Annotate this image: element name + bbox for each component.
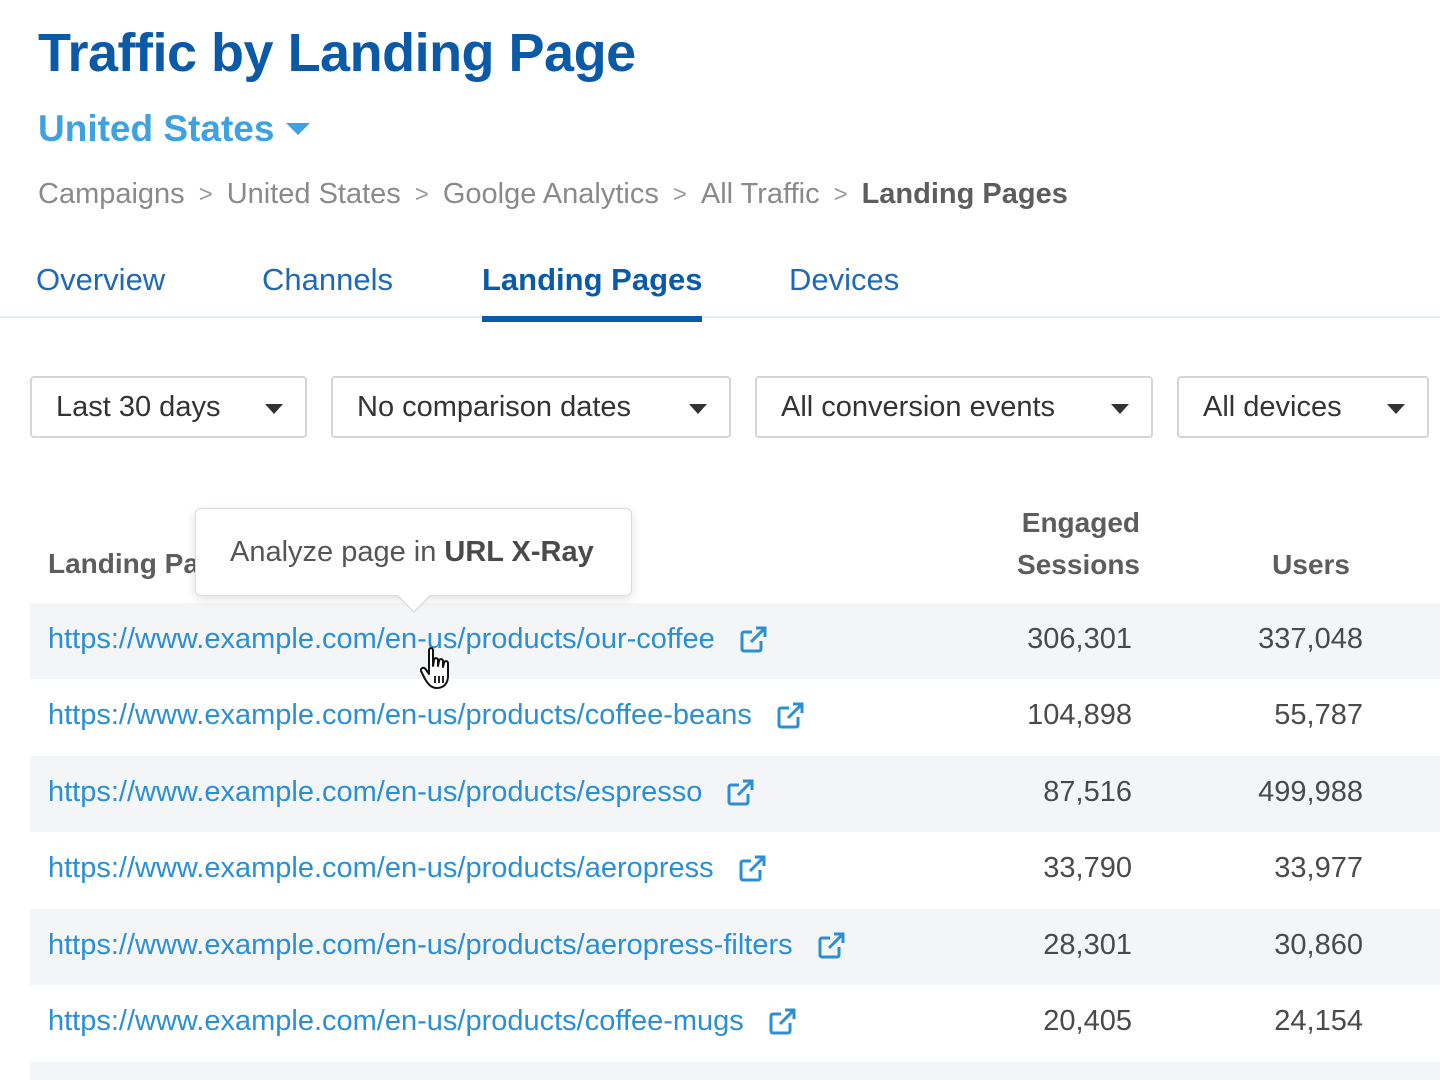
engaged-sessions-value: 306,301 xyxy=(1027,623,1132,655)
breadcrumb-item-analytics[interactable]: Goolge Analytics xyxy=(443,178,659,211)
tooltip-text: Analyze page in xyxy=(230,535,437,568)
table-row: https://www.example.com/en-us/products/c… xyxy=(30,679,1440,755)
users-value: 55,787 xyxy=(1274,699,1363,731)
engaged-sessions-value: 104,898 xyxy=(1027,699,1132,731)
tooltip-arrow xyxy=(396,594,432,613)
breadcrumb-item-campaigns[interactable]: Campaigns xyxy=(38,178,185,211)
date-range-dropdown[interactable]: Last 30 days xyxy=(30,376,307,438)
caret-down-icon xyxy=(689,404,707,414)
table-row: https://www.example.com/en-us/products/a… xyxy=(30,909,1440,985)
users-value: 24,154 xyxy=(1274,1005,1363,1037)
caret-down-icon xyxy=(1111,404,1129,414)
caret-down-icon xyxy=(1387,404,1405,414)
breadcrumb-separator: > xyxy=(833,180,848,208)
page-title: Traffic by Landing Page xyxy=(38,23,636,83)
external-link-icon[interactable] xyxy=(724,777,756,809)
breadcrumb-separator: > xyxy=(672,180,687,208)
landing-page-url: https://www.example.com/en-us/products/e… xyxy=(48,776,703,808)
breadcrumb-item-country[interactable]: United States xyxy=(227,178,401,211)
engaged-sessions-value: 33,790 xyxy=(1043,852,1132,884)
devices-value: All devices xyxy=(1203,390,1342,423)
comparison-dropdown[interactable]: No comparison dates xyxy=(331,376,731,438)
country-selector[interactable]: United States xyxy=(38,108,311,150)
landing-page-url: https://www.example.com/en-us/products/a… xyxy=(48,929,793,961)
engaged-sessions-value: 28,301 xyxy=(1043,929,1132,961)
table-row: https://www.example.com/en-us/products/e… xyxy=(30,756,1440,832)
landing-page-url: https://www.example.com/en-us/products/c… xyxy=(48,1005,744,1037)
tab-overview[interactable]: Overview xyxy=(36,262,165,298)
landing-page-link[interactable]: https://www.example.com/en-us/products/c… xyxy=(48,1005,798,1038)
external-link-icon[interactable] xyxy=(766,1006,798,1038)
landing-page-link[interactable]: https://www.example.com/en-us/products/a… xyxy=(48,929,847,962)
table-row xyxy=(30,1062,1440,1080)
landing-page-url: https://www.example.com/en-us/products/a… xyxy=(48,852,714,884)
tab-bar: Overview Channels Landing Pages Devices xyxy=(0,252,1440,322)
external-link-icon[interactable] xyxy=(737,624,769,656)
country-label: United States xyxy=(38,108,275,149)
external-link-icon[interactable] xyxy=(815,930,847,962)
users-value: 499,988 xyxy=(1258,776,1363,808)
column-header-engaged-line1: Engaged xyxy=(1021,507,1140,538)
landing-page-url: https://www.example.com/en-us/products/o… xyxy=(48,623,715,655)
breadcrumb-item-current: Landing Pages xyxy=(861,178,1068,210)
url-xray-tooltip: Analyze page in URL X-Ray xyxy=(195,508,632,613)
conversion-events-dropdown[interactable]: All conversion events xyxy=(755,376,1153,438)
tab-landing-pages[interactable]: Landing Pages xyxy=(482,262,703,322)
external-link-icon[interactable] xyxy=(736,853,768,885)
landing-page-link[interactable]: https://www.example.com/en-us/products/a… xyxy=(48,852,768,885)
date-range-value: Last 30 days xyxy=(56,390,221,423)
landing-page-link[interactable]: https://www.example.com/en-us/products/o… xyxy=(48,623,769,656)
table-row: https://www.example.com/en-us/products/o… xyxy=(30,603,1440,679)
tab-devices[interactable]: Devices xyxy=(789,262,899,298)
landing-page-url: https://www.example.com/en-us/products/c… xyxy=(48,699,752,731)
table-row: https://www.example.com/en-us/products/c… xyxy=(30,985,1440,1061)
users-value: 33,977 xyxy=(1274,852,1363,884)
breadcrumb-item-all-traffic[interactable]: All Traffic xyxy=(701,178,820,211)
tooltip-strong-text: URL X-Ray xyxy=(444,535,594,568)
column-header-engaged-line2: Sessions xyxy=(1017,549,1140,580)
engaged-sessions-value: 20,405 xyxy=(1043,1005,1132,1037)
breadcrumb: Campaigns > United States > Goolge Analy… xyxy=(38,178,1068,211)
breadcrumb-separator: > xyxy=(414,180,429,208)
hand-pointer-cursor-icon xyxy=(420,647,449,689)
table-row: https://www.example.com/en-us/products/a… xyxy=(30,832,1440,908)
caret-down-icon xyxy=(286,123,311,135)
column-header-users[interactable]: Users xyxy=(1200,544,1350,586)
caret-down-icon xyxy=(265,404,283,414)
landing-page-link[interactable]: https://www.example.com/en-us/products/c… xyxy=(48,699,806,732)
external-link-icon[interactable] xyxy=(774,700,806,732)
users-value: 337,048 xyxy=(1258,623,1363,655)
breadcrumb-separator: > xyxy=(198,180,213,208)
devices-dropdown[interactable]: All devices xyxy=(1177,376,1429,438)
conversion-events-value: All conversion events xyxy=(781,390,1056,423)
column-header-engaged-sessions[interactable]: Engaged Sessions xyxy=(980,502,1140,586)
engaged-sessions-value: 87,516 xyxy=(1043,776,1132,808)
comparison-value: No comparison dates xyxy=(357,390,632,423)
landing-page-link[interactable]: https://www.example.com/en-us/products/e… xyxy=(48,776,756,809)
tab-channels[interactable]: Channels xyxy=(262,262,393,298)
users-value: 30,860 xyxy=(1274,929,1363,961)
